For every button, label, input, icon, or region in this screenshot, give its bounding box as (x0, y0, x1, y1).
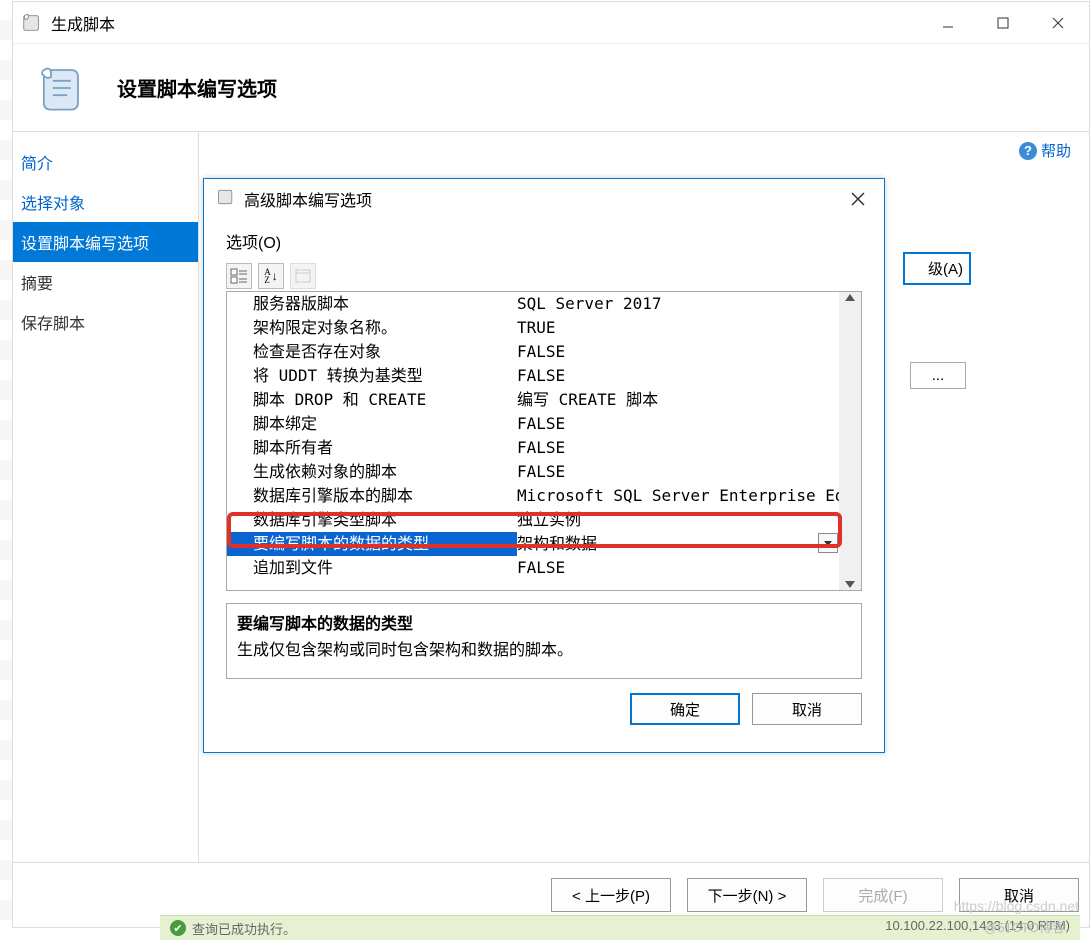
property-name: 脚本绑定 (227, 412, 517, 436)
property-row[interactable]: 数据库引擎类型脚本独立实例 (227, 508, 839, 532)
dialog-header: 设置脚本编写选项 (13, 44, 1089, 132)
property-name: 追加到文件 (227, 556, 517, 580)
close-button[interactable] (1030, 5, 1085, 41)
property-value: 独立实例 (517, 508, 839, 532)
property-name: 检查是否存在对象 (227, 340, 517, 364)
app-icon (21, 12, 43, 34)
main-titlebar: 生成脚本 (13, 2, 1089, 44)
property-value: FALSE (517, 556, 839, 580)
property-row[interactable]: 追加到文件FALSE (227, 556, 839, 580)
scroll-up-icon[interactable] (845, 294, 855, 301)
help-link[interactable]: ? 帮助 (1019, 140, 1071, 161)
property-name: 生成依赖对象的脚本 (227, 460, 517, 484)
scroll-down-icon[interactable] (845, 581, 855, 588)
advanced-body: 选项(O) AZ↓ 服务器版脚本SQL Server 201 (204, 219, 884, 737)
previous-button[interactable]: < 上一步(P) (551, 878, 671, 912)
maximize-button[interactable] (975, 5, 1030, 41)
property-value[interactable]: 架构和数据 (517, 532, 839, 556)
window-controls (920, 5, 1085, 41)
alphabetical-view-button[interactable]: AZ↓ (258, 263, 284, 289)
categorized-view-button[interactable] (226, 263, 252, 289)
ide-left-fragment (0, 0, 12, 940)
advanced-title: 高级脚本编写选项 (244, 187, 844, 211)
property-grid-toolbar: AZ↓ (226, 263, 862, 289)
watermark2: @51CTO博客 (984, 917, 1065, 936)
step-choose-objects[interactable]: 选择对象 (13, 182, 198, 222)
property-value: FALSE (517, 364, 839, 388)
property-value: 编写 CREATE 脚本 (517, 388, 839, 412)
advanced-cancel-button[interactable]: 取消 (752, 693, 862, 725)
advanced-options-dialog: 高级脚本编写选项 选项(O) AZ↓ (203, 178, 885, 753)
property-name: 脚本 DROP 和 CREATE (227, 388, 517, 412)
step-summary[interactable]: 摘要 (13, 262, 198, 302)
ok-button[interactable]: 确定 (630, 693, 740, 725)
property-row[interactable]: 生成依赖对象的脚本FALSE (227, 460, 839, 484)
desc-title: 要编写脚本的数据的类型 (237, 610, 851, 634)
minimize-button[interactable] (920, 5, 975, 41)
browse-button[interactable]: ... (910, 362, 966, 389)
property-value: FALSE (517, 412, 839, 436)
property-value: FALSE (517, 460, 839, 484)
page-title: 设置脚本编写选项 (117, 73, 277, 102)
property-description: 要编写脚本的数据的类型 生成仅包含架构或同时包含架构和数据的脚本。 (226, 603, 862, 679)
help-icon: ? (1019, 142, 1037, 160)
property-name: 要编写脚本的数据的类型 (227, 532, 517, 556)
property-name: 数据库引擎类型脚本 (227, 508, 517, 532)
advanced-label-fragment: 级(A) (928, 258, 963, 279)
help-label: 帮助 (1041, 140, 1071, 161)
property-row[interactable]: 要编写脚本的数据的类型架构和数据 (227, 532, 839, 556)
scroll-icon (33, 61, 87, 115)
close-icon[interactable] (844, 185, 872, 213)
dropdown-button[interactable] (818, 533, 838, 553)
property-name: 架构限定对象名称。 (227, 316, 517, 340)
property-name: 将 UDDT 转换为基类型 (227, 364, 517, 388)
property-row[interactable]: 服务器版脚本SQL Server 2017 (227, 292, 839, 316)
options-label: 选项(O) (226, 229, 862, 253)
desc-text: 生成仅包含架构或同时包含架构和数据的脚本。 (237, 636, 851, 660)
advanced-titlebar: 高级脚本编写选项 (204, 179, 884, 219)
property-value: TRUE (517, 316, 839, 340)
property-name: 服务器版脚本 (227, 292, 517, 316)
scrollbar[interactable] (839, 292, 861, 590)
property-pages-button[interactable] (290, 263, 316, 289)
watermark: https://blog.csdn.net (954, 898, 1079, 914)
scroll-icon (216, 187, 236, 211)
property-row[interactable]: 架构限定对象名称。TRUE (227, 316, 839, 340)
property-name: 脚本所有者 (227, 436, 517, 460)
browse-label: ... (932, 367, 945, 384)
finish-button: 完成(F) (823, 878, 943, 912)
property-value: FALSE (517, 340, 839, 364)
status-bar-fragment: 查询已成功执行。 10.100.22.100,1433 (14.0 RTM) (160, 915, 1080, 940)
property-value: Microsoft SQL Server Enterprise Ed (517, 484, 839, 508)
property-row[interactable]: 检查是否存在对象FALSE (227, 340, 839, 364)
property-row[interactable]: 脚本 DROP 和 CREATE编写 CREATE 脚本 (227, 388, 839, 412)
advanced-button[interactable]: 级(A) (903, 252, 971, 285)
property-grid: 服务器版脚本SQL Server 2017架构限定对象名称。TRUE检查是否存在… (226, 291, 862, 591)
property-row[interactable]: 将 UDDT 转换为基类型FALSE (227, 364, 839, 388)
property-value: SQL Server 2017 (517, 292, 839, 316)
property-row[interactable]: 数据库引擎版本的脚本Microsoft SQL Server Enterpris… (227, 484, 839, 508)
step-introduction[interactable]: 简介 (13, 142, 198, 182)
property-value: FALSE (517, 436, 839, 460)
property-name: 数据库引擎版本的脚本 (227, 484, 517, 508)
property-row[interactable]: 脚本所有者FALSE (227, 436, 839, 460)
status-left: 查询已成功执行。 (170, 918, 296, 938)
property-grid-rows: 服务器版脚本SQL Server 2017架构限定对象名称。TRUE检查是否存在… (227, 292, 839, 590)
step-set-scripting-options[interactable]: 设置脚本编写选项 (13, 222, 198, 262)
property-row[interactable]: 脚本绑定FALSE (227, 412, 839, 436)
main-title: 生成脚本 (51, 11, 920, 35)
next-button[interactable]: 下一步(N) > (687, 878, 807, 912)
advanced-dialog-buttons: 确定 取消 (226, 693, 862, 725)
wizard-steps: 简介 选择对象 设置脚本编写选项 摘要 保存脚本 (13, 132, 198, 862)
step-save-scripts[interactable]: 保存脚本 (13, 302, 198, 342)
